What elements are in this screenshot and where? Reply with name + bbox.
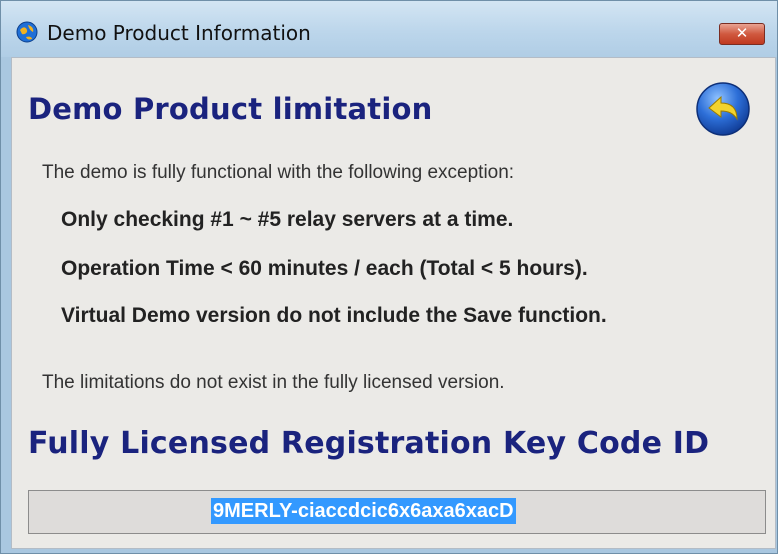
- key-code-field[interactable]: 9MERLY-ciaccdcic6x6axa6xacD: [28, 490, 766, 534]
- license-note: The limitations do not exist in the full…: [42, 372, 505, 393]
- registration-heading: Fully Licensed Registration Key Code ID: [28, 426, 710, 461]
- limitation-item: Only checking #1 ~ #5 relay servers at a…: [61, 208, 514, 231]
- key-code-value[interactable]: 9MERLY-ciaccdcic6x6axa6xacD: [211, 498, 516, 524]
- limitation-item: Virtual Demo version do not include the …: [61, 304, 607, 327]
- title-bar: Demo Product Information ✕: [1, 1, 777, 57]
- close-icon: ✕: [735, 24, 749, 42]
- globe-icon: [16, 21, 38, 43]
- window-title: Demo Product Information: [47, 21, 311, 45]
- close-button[interactable]: ✕: [719, 23, 765, 45]
- limitation-item: Operation Time < 60 minutes / each (Tota…: [61, 257, 588, 280]
- intro-text: The demo is fully functional with the fo…: [42, 162, 515, 183]
- content-panel: Demo Product limitation The demo is full…: [11, 57, 776, 549]
- back-button[interactable]: [695, 81, 751, 137]
- limitation-heading: Demo Product limitation: [28, 92, 433, 126]
- demo-info-window: Demo Product Information ✕ Demo Product …: [0, 0, 778, 554]
